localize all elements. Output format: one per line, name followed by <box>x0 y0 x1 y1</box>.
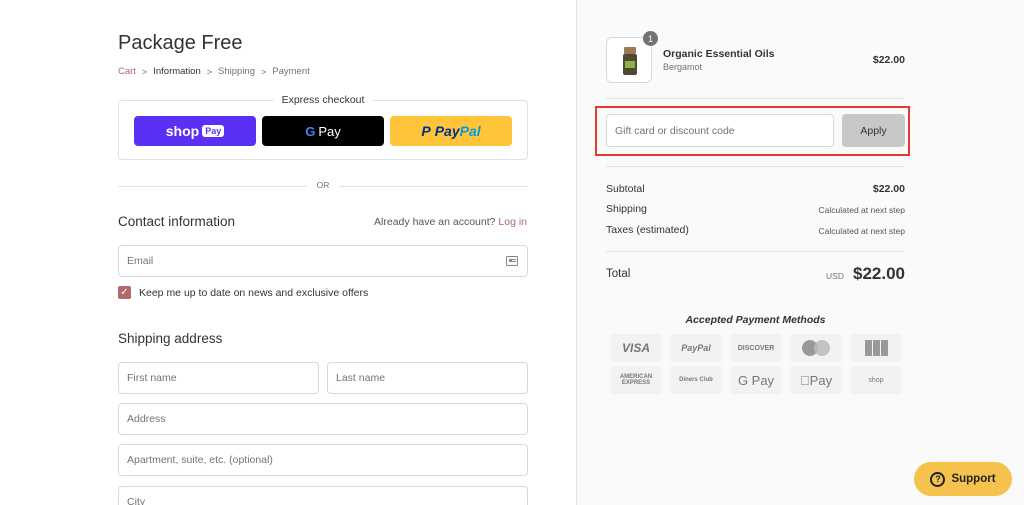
divider <box>606 98 905 99</box>
shipping-address-title: Shipping address <box>118 331 223 346</box>
checkout-main-panel: Package Free Cart > Information > Shippi… <box>0 0 576 505</box>
diners-club-logo: Diners Club <box>670 366 722 394</box>
chevron-right-icon: > <box>206 66 213 77</box>
divider <box>606 251 905 252</box>
shop-pay-badge: Pay <box>202 125 225 137</box>
support-button[interactable]: ? Support <box>914 462 1012 496</box>
quantity-badge: 1 <box>643 31 658 46</box>
last-name-field[interactable]: Last name <box>327 362 528 394</box>
jcb-logo <box>850 334 902 362</box>
first-name-placeholder: First name <box>127 372 177 384</box>
google-g-icon: G <box>305 123 316 139</box>
breadcrumb-shipping: Shipping <box>218 66 255 77</box>
product-variant: Bergamot <box>663 62 703 72</box>
first-name-field[interactable]: First name <box>118 362 319 394</box>
or-label: OR <box>306 180 340 190</box>
paypal-icon: P <box>421 123 431 139</box>
contact-card-icon <box>506 256 518 266</box>
essential-oil-bottle-image <box>623 47 637 75</box>
product-name: Organic Essential Oils <box>663 48 775 60</box>
or-divider: OR <box>118 180 528 190</box>
apartment-field[interactable]: Apartment, suite, etc. (optional) <box>118 444 528 476</box>
visa-logo: VISA <box>610 334 662 362</box>
shipping-label: Shipping <box>606 203 647 215</box>
subtotal-label: Subtotal <box>606 183 645 195</box>
discount-code-input[interactable]: Gift card or discount code <box>606 114 834 147</box>
paypal-logo: PayPal <box>670 334 722 362</box>
breadcrumb-information: Information <box>153 66 201 77</box>
support-label: Support <box>951 473 996 485</box>
newsletter-row: ✓ Keep me up to date on news and exclusi… <box>118 286 368 299</box>
apple-icon:  <box>800 374 810 387</box>
subtotal-value: $22.00 <box>872 183 905 195</box>
city-placeholder: City <box>127 496 146 505</box>
google-pay-text: Pay <box>318 123 341 139</box>
taxes-label: Taxes (estimated) <box>606 224 689 236</box>
email-placeholder: Email <box>127 255 154 267</box>
shop-pay-logo-text: shop <box>165 123 200 139</box>
american-express-logo: AMERICAN EXPRESS <box>610 366 662 394</box>
chevron-right-icon: > <box>141 66 148 77</box>
mastercard-logo <box>790 334 842 362</box>
apple-pay-text: Pay <box>804 372 832 388</box>
payment-methods-grid: VISA PayPal DISCOVER AMERICAN EXPRESS Di… <box>610 334 902 394</box>
express-checkout-title: Express checkout <box>273 94 373 106</box>
express-checkout-box: Express checkout shop Pay G Pay P PayPal <box>118 94 528 160</box>
shop-pay-button[interactable]: shop Pay <box>134 116 256 146</box>
breadcrumb-cart[interactable]: Cart <box>118 66 136 77</box>
paypal-text-pay: Pay <box>434 123 460 139</box>
apple-pay-logo: Pay <box>790 366 842 394</box>
contact-information-title: Contact information <box>118 214 236 229</box>
paypal-logo-text: PayPal <box>435 123 481 139</box>
google-pay-logo: G Pay <box>730 366 782 394</box>
apply-button[interactable]: Apply <box>842 114 905 147</box>
accepted-payment-methods-title: Accepted Payment Methods <box>685 314 826 326</box>
breadcrumb-payment: Payment <box>272 66 310 77</box>
account-prompt-text: Already have an account? <box>374 216 496 228</box>
address-field[interactable]: Address <box>118 403 528 435</box>
shop-pay-logo: shop <box>850 366 902 394</box>
account-prompt: Already have an account? Log in <box>374 216 527 228</box>
total-value: $22.00 <box>853 264 905 283</box>
store-title[interactable]: Package Free <box>118 32 243 55</box>
city-field[interactable]: City <box>118 486 528 505</box>
question-icon: ? <box>930 471 946 487</box>
divider <box>606 166 905 167</box>
address-placeholder: Address <box>127 413 166 425</box>
breadcrumb: Cart > Information > Shipping > Payment <box>118 66 310 77</box>
discount-code-placeholder: Gift card or discount code <box>615 124 735 137</box>
product-price: $22.00 <box>872 54 905 66</box>
apartment-placeholder: Apartment, suite, etc. (optional) <box>127 454 273 466</box>
total-label: Total <box>606 268 631 280</box>
chevron-right-icon: > <box>261 66 267 77</box>
paypal-text-pal: Pal <box>459 123 481 139</box>
discover-logo: DISCOVER <box>730 334 782 362</box>
google-pay-button[interactable]: G Pay <box>262 116 384 146</box>
newsletter-label: Keep me up to date on news and exclusive… <box>139 286 369 299</box>
login-link[interactable]: Log in <box>498 216 527 228</box>
email-field[interactable]: Email <box>118 245 528 277</box>
taxes-value: Calculated at next step <box>818 226 905 236</box>
paypal-button[interactable]: P PayPal <box>390 116 512 146</box>
shipping-value: Calculated at next step <box>818 205 905 215</box>
last-name-placeholder: Last name <box>336 372 386 384</box>
total-currency: USD <box>826 271 844 281</box>
newsletter-checkbox[interactable]: ✓ <box>118 286 131 299</box>
